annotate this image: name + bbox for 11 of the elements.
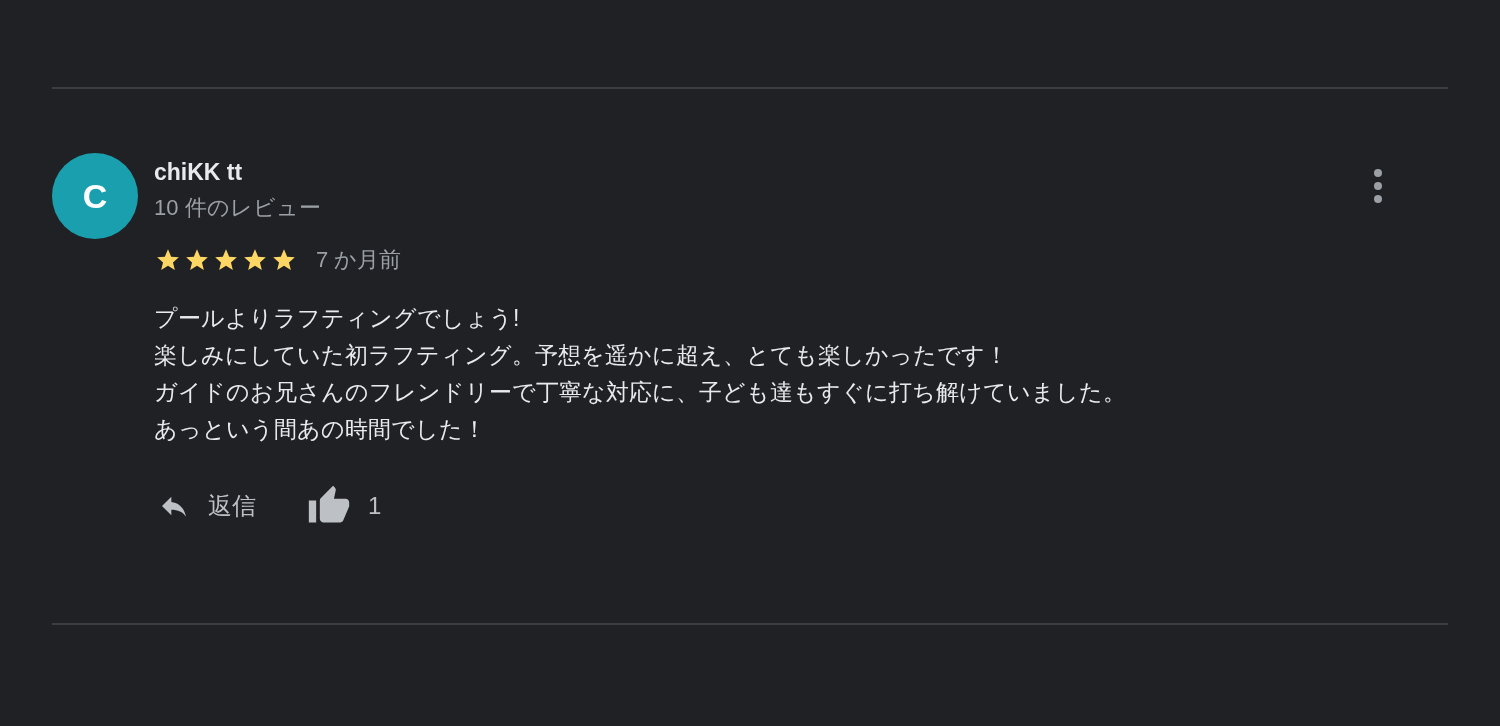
review-count: 10 件のレビュー: [154, 194, 321, 222]
reply-button[interactable]: 返信: [154, 488, 256, 524]
author-name[interactable]: chiKK tt: [154, 157, 321, 187]
like-button[interactable]: 1: [304, 484, 382, 528]
review-text-line: プールよりラフティングでしょう!: [154, 304, 521, 333]
review-text-line: あっという間あの時間でした！: [154, 415, 487, 444]
review-text-line: 楽しみにしていた初ラフティング。予想を遥かに超え、とても楽しかったです！: [154, 341, 1009, 370]
more-options-icon[interactable]: [1372, 167, 1384, 205]
avatar: C: [52, 153, 138, 239]
review-time: 7 か月前: [316, 246, 402, 274]
review-text-line: ガイドのお兄さんのフレンドリーで丁寧な対応に、子ども達もすぐに打ち解けていました。: [154, 378, 1127, 407]
